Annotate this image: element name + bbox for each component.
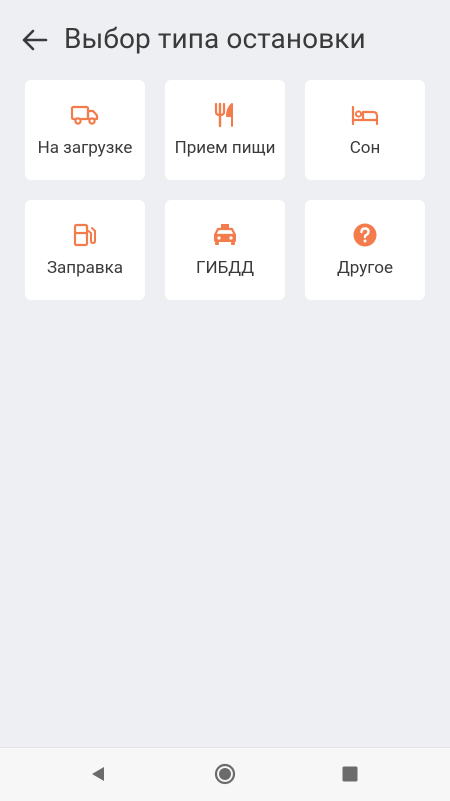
stop-type-label: ГИБДД [195, 258, 255, 278]
stop-type-meal[interactable]: Прием пищи [165, 80, 285, 180]
app-header: Выбор типа остановки [0, 0, 450, 80]
truck-icon [70, 105, 99, 125]
stop-type-label: На загрузке [37, 138, 133, 158]
fuel-pump-icon [73, 223, 96, 247]
stop-type-label: Сон [349, 138, 381, 158]
home-circle-icon [214, 763, 236, 785]
question-circle-icon [353, 223, 377, 247]
bed-icon [351, 105, 379, 126]
back-button[interactable] [14, 24, 54, 56]
stop-type-traffic-police[interactable]: ГИБДД [165, 200, 285, 300]
stop-type-label: Прием пищи [174, 138, 276, 158]
nav-back-button[interactable] [86, 762, 110, 786]
stop-type-label: Заправка [46, 258, 124, 278]
page-title: Выбор типа остановки [64, 22, 366, 55]
recents-square-icon [342, 766, 358, 782]
stop-type-sleep[interactable]: Сон [305, 80, 425, 180]
nav-home-button[interactable] [213, 762, 237, 786]
fork-knife-icon [214, 102, 233, 128]
arrow-left-icon [22, 29, 48, 51]
nav-recents-button[interactable] [338, 762, 362, 786]
stop-type-loading[interactable]: На загрузке [25, 80, 145, 180]
system-navigation-bar [0, 747, 450, 801]
back-triangle-icon [92, 767, 104, 781]
stop-type-fuel[interactable]: Заправка [25, 200, 145, 300]
stop-type-other[interactable]: Другое [305, 200, 425, 300]
stop-type-grid: На загрузке Прием пищи Сон Заправка ГИБД… [25, 80, 425, 300]
stop-type-label: Другое [337, 258, 393, 278]
taxi-icon [213, 224, 237, 245]
